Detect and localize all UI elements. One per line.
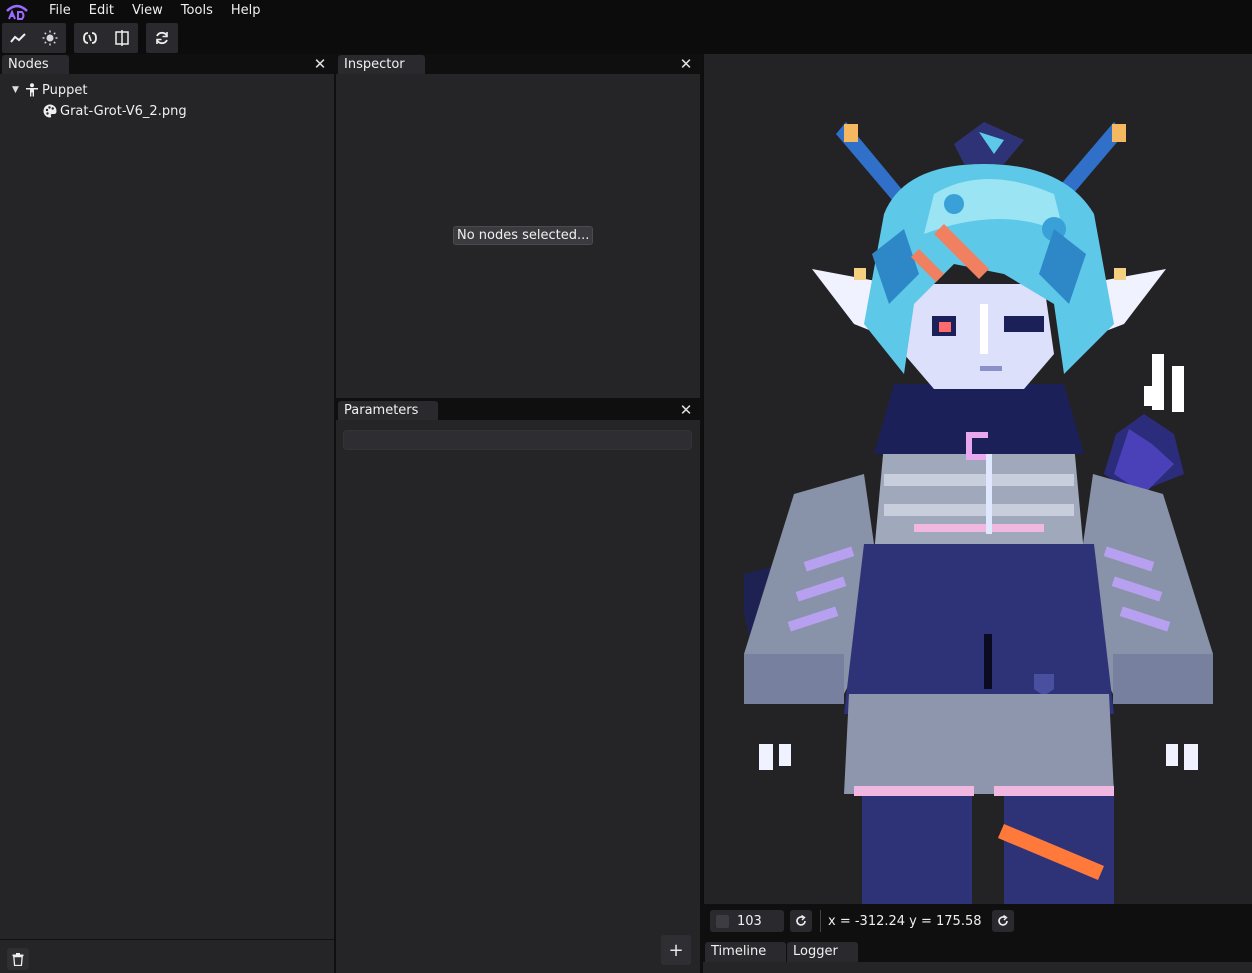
nodes-panel: Nodes ✕ ▼ Puppet Grat-Grot-V6_2.png (0, 54, 334, 973)
zoom-field[interactable]: 103 (710, 910, 784, 932)
close-icon[interactable]: ✕ (678, 55, 694, 73)
tab-logger[interactable]: Logger (787, 942, 858, 962)
toolbar-group-edit (74, 23, 138, 53)
cursor-coordinates: x = -312.24 y = 175.58 (828, 913, 982, 929)
mirror-toggle-button[interactable] (106, 23, 138, 53)
empty-selection-message: No nodes selected... (453, 226, 594, 245)
tab-nodes[interactable]: Nodes (2, 55, 69, 74)
sun-icon (42, 30, 58, 46)
puppet-icon (24, 82, 40, 98)
chevron-down-icon[interactable]: ▼ (12, 85, 24, 95)
tree-item-label: Puppet (42, 82, 88, 98)
toolbar-group-view (2, 23, 66, 53)
tree-item-puppet[interactable]: ▼ Puppet (12, 80, 87, 100)
add-parameter-button[interactable]: + (661, 935, 691, 965)
viewport-canvas[interactable] (703, 54, 1252, 904)
refresh-icon (156, 31, 168, 45)
graph-toggle-button[interactable] (2, 23, 34, 53)
status-separator (820, 910, 821, 932)
trash-icon (12, 952, 24, 966)
tab-inspector[interactable]: Inspector (338, 55, 425, 74)
nodes-footer (0, 939, 334, 973)
menu-file[interactable]: File (40, 0, 80, 22)
parameters-body: + (336, 420, 700, 973)
refresh-button[interactable] (146, 23, 178, 53)
link-toggle-button[interactable] (74, 23, 106, 53)
palette-icon (42, 103, 58, 119)
tree-item-part[interactable]: Grat-Grot-V6_2.png (42, 101, 187, 121)
menu-tools[interactable]: Tools (172, 0, 222, 22)
menu-help[interactable]: Help (222, 0, 270, 22)
mirror-icon (115, 30, 129, 46)
menu-edit[interactable]: Edit (80, 0, 123, 22)
parameter-search-input[interactable] (343, 430, 692, 450)
inspector-tabbar: Inspector ✕ (336, 54, 700, 74)
nodes-tabbar: Nodes ✕ (0, 54, 334, 74)
tab-parameters[interactable]: Parameters (338, 401, 439, 420)
tab-timeline[interactable]: Timeline (705, 942, 787, 962)
nodes-tree: ▼ Puppet Grat-Grot-V6_2.png (0, 74, 334, 973)
close-icon[interactable]: ✕ (678, 401, 694, 419)
inspector-body: No nodes selected... (336, 74, 700, 398)
menu-view[interactable]: View (123, 0, 172, 22)
graph-icon (10, 33, 26, 43)
lighting-toggle-button[interactable] (34, 23, 66, 53)
toolbar (0, 22, 1252, 54)
reset-position-button[interactable] (991, 910, 1014, 932)
link-icon (83, 32, 97, 44)
zoom-checkbox[interactable] (716, 914, 729, 928)
puppet-character-image (744, 122, 1213, 904)
toolbar-group-reload (146, 23, 178, 53)
inspector-panel: Inspector ✕ No nodes selected... (336, 54, 700, 398)
bottom-tabbar: Timeline Logger (703, 938, 1252, 973)
zoom-value: 103 (737, 913, 762, 929)
delete-node-button[interactable] (7, 948, 29, 970)
reset-icon (997, 915, 1008, 926)
reset-zoom-button[interactable] (790, 910, 812, 932)
bottom-panel-strip (703, 962, 1252, 973)
parameters-panel: Parameters ✕ + (336, 400, 700, 973)
reset-icon (796, 915, 806, 926)
parameters-tabbar: Parameters ✕ (336, 400, 700, 420)
menu-bar: File Edit View Tools Help (0, 0, 1252, 22)
tree-item-label: Grat-Grot-V6_2.png (60, 103, 187, 119)
close-icon[interactable]: ✕ (312, 55, 328, 73)
app-logo-icon (4, 0, 30, 22)
viewport-status-bar: 103 x = -312.24 y = 175.58 (703, 904, 1252, 938)
